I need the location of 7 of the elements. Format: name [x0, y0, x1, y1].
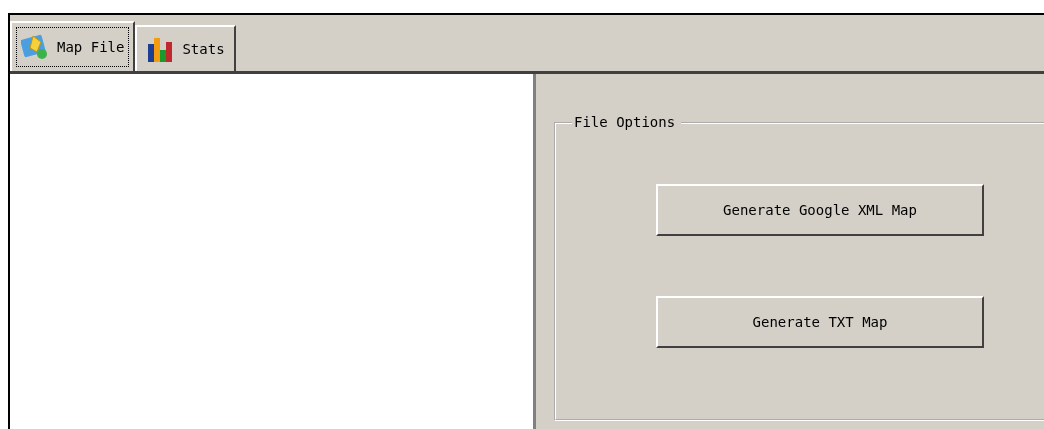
- group-title: File Options: [572, 114, 682, 130]
- map-icon: [21, 34, 49, 60]
- tab[interactable]: Stats: [135, 25, 236, 71]
- bar-chart-icon: [146, 36, 175, 62]
- tab[interactable]: Map File: [10, 21, 136, 71]
- generate-button[interactable]: Generate Google XML Map: [656, 184, 984, 236]
- generate-button[interactable]: Generate TXT Map: [656, 296, 984, 348]
